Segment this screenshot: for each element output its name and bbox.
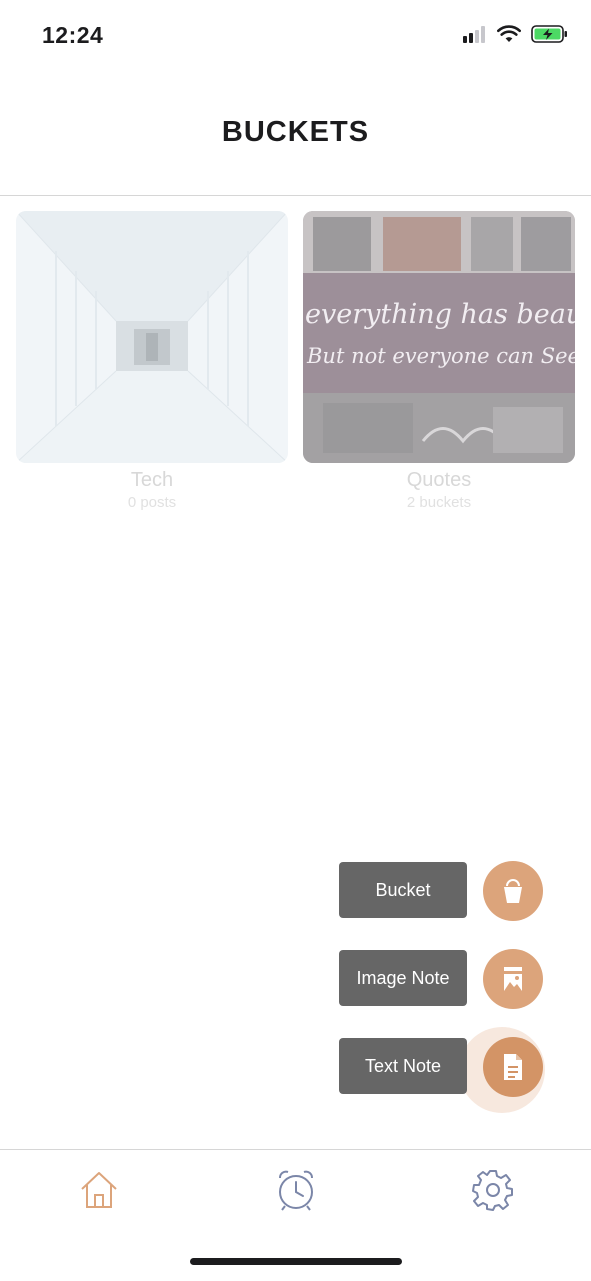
image-note-icon[interactable] <box>483 949 543 1009</box>
fab-item-bucket[interactable]: Bucket <box>339 861 544 921</box>
text-note-option-label[interactable]: Text Note <box>339 1038 467 1094</box>
bucket-subtitle: 2 buckets <box>406 494 472 511</box>
header: BUCKETS <box>0 72 591 196</box>
gear-icon[interactable] <box>472 1169 514 1211</box>
graffiti-text-line1: everything has beauty <box>305 299 575 330</box>
alarm-clock-icon[interactable] <box>275 1168 317 1212</box>
battery-charging-icon <box>531 25 567 43</box>
bucket-icon[interactable] <box>483 861 543 921</box>
status-bar: 12:24 <box>0 0 591 72</box>
image-note-option-label[interactable]: Image Note <box>339 950 467 1006</box>
bucket-title: Tech <box>130 469 174 491</box>
home-icon[interactable] <box>78 1169 120 1211</box>
bucket-title: Quotes <box>406 469 472 491</box>
bucket-card-quotes[interactable]: everything has beauty But not everyone c… <box>303 211 575 511</box>
fab-item-image-note[interactable]: Image Note <box>339 949 544 1009</box>
bucket-option-label[interactable]: Bucket <box>339 862 467 918</box>
text-note-icon[interactable] <box>483 1037 543 1097</box>
status-time: 12:24 <box>42 22 104 48</box>
tab-reminders[interactable] <box>272 1166 320 1214</box>
cellular-signal-icon <box>463 25 487 43</box>
bucket-image-hallway[interactable] <box>16 211 288 463</box>
graffiti-text-line2: But not everyone can See it <box>306 344 575 368</box>
bucket-image-graffiti[interactable]: everything has beauty But not everyone c… <box>303 211 575 463</box>
bucket-card-tech[interactable]: Tech 0 posts <box>16 211 288 511</box>
tab-home[interactable] <box>75 1166 123 1214</box>
fab-item-text-note[interactable]: Text Note <box>339 1037 544 1097</box>
bucket-subtitle: 0 posts <box>127 494 177 511</box>
wifi-icon <box>497 25 521 42</box>
tab-settings[interactable] <box>469 1166 517 1214</box>
bucket-grid: Tech 0 posts everything has beauty But n… <box>16 211 575 511</box>
home-indicator <box>190 1258 402 1265</box>
status-icons <box>463 24 569 44</box>
page-title: BUCKETS <box>221 116 370 148</box>
